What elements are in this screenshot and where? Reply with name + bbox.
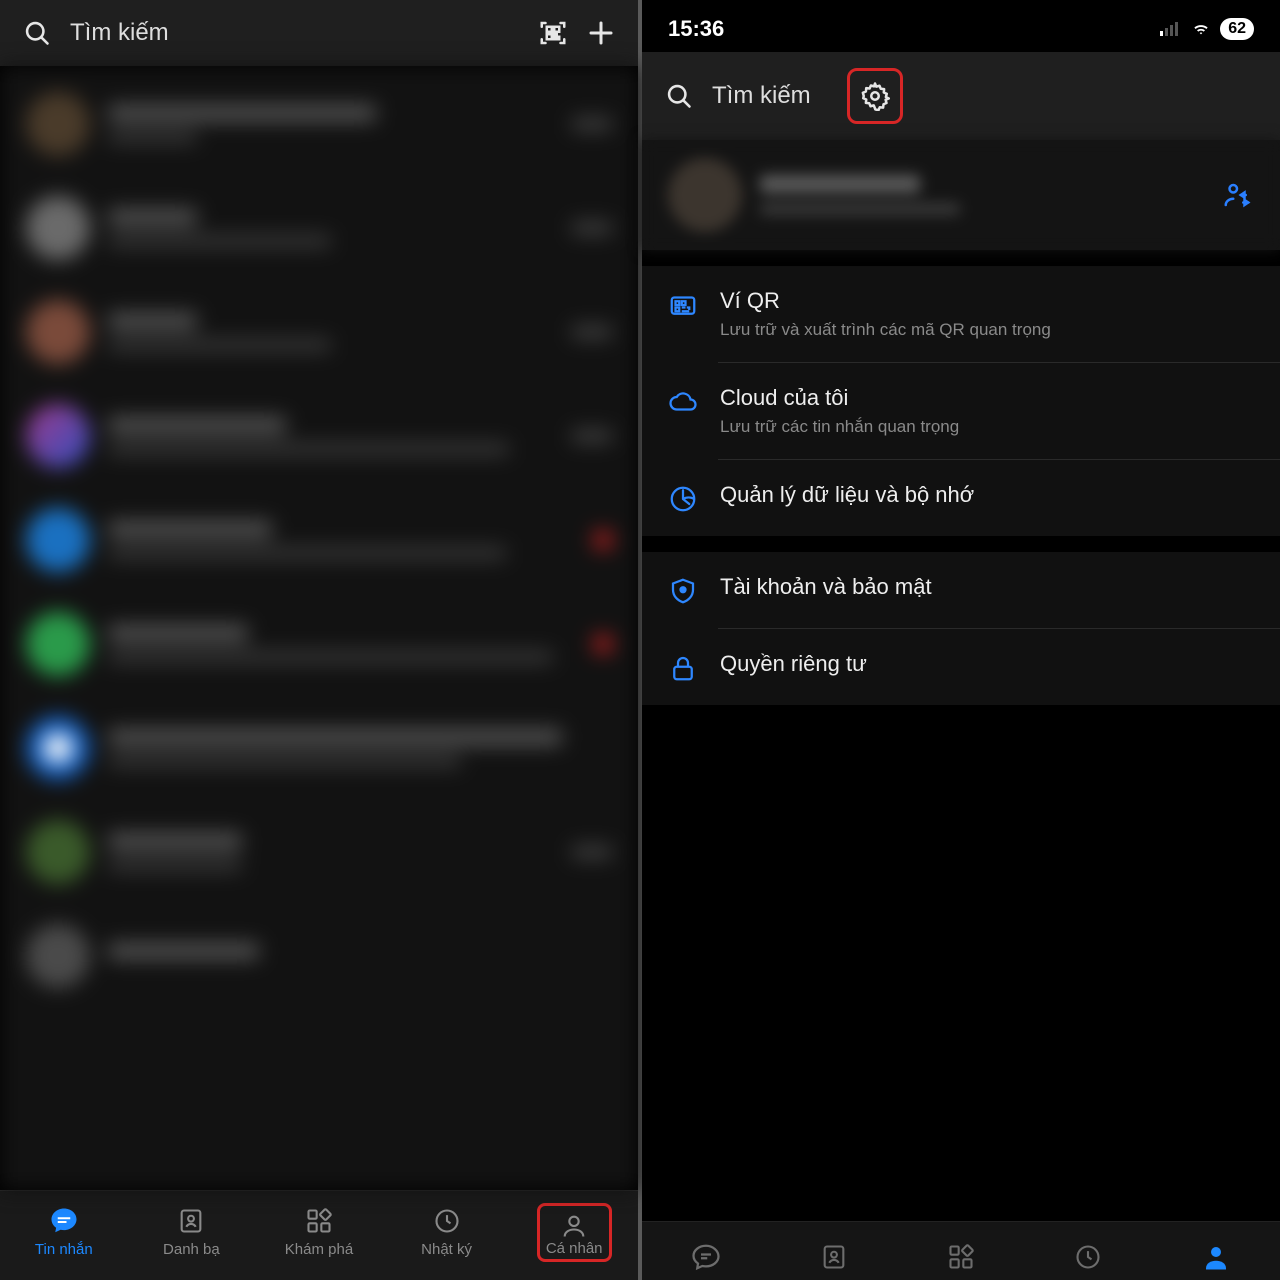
search-bar: Tìm kiếm [0,0,638,66]
settings-group-2: Tài khoản và bảo mật Quyền riêng tư [642,552,1280,705]
nav-discover[interactable]: Khám phá [272,1207,366,1258]
profile-row[interactable] [642,140,1280,250]
battery-indicator: 62 [1220,18,1254,40]
settings-item-cloud[interactable]: Cloud của tôi Lưu trữ các tin nhắn quan … [642,363,1280,459]
wifi-icon [1190,21,1212,37]
qr-scan-icon[interactable] [538,18,568,48]
avatar [668,158,742,232]
bottom-nav: Tin nhắn Danh bạ Khám phá Nhật ký [0,1190,638,1280]
qr-wallet-icon [668,290,698,320]
settings-title: Tài khoản và bảo mật [720,574,932,600]
nav-profile[interactable] [1201,1242,1231,1272]
clock-icon [433,1207,461,1235]
settings-subtitle: Lưu trữ và xuất trình các mã QR quan trọ… [720,320,1051,340]
nav-contacts[interactable] [820,1243,848,1271]
add-icon[interactable] [586,18,616,48]
status-bar: 15:36 62 [642,0,1280,52]
settings-item-privacy[interactable]: Quyền riêng tư [642,629,1280,705]
contacts-icon [177,1207,205,1235]
settings-item-qr-wallet[interactable]: Ví QR Lưu trữ và xuất trình các mã QR qu… [642,266,1280,362]
settings-item-data[interactable]: Quản lý dữ liệu và bộ nhớ [642,460,1280,536]
cloud-icon [668,387,698,417]
chat-list-blurred [0,66,638,1190]
right-panel: 15:36 62 Tìm kiếm [642,0,1280,1280]
nav-label: Danh bạ [163,1241,220,1258]
nav-messages[interactable]: Tin nhắn [17,1207,111,1258]
search-placeholder[interactable]: Tìm kiếm [712,82,811,110]
nav-messages[interactable] [691,1242,721,1272]
nav-profile-highlighted[interactable]: Cá nhân [527,1203,621,1262]
left-panel: Tìm kiếm Tin nhắn Danh bạ [0,0,642,1280]
search-bar: Tìm kiếm [642,52,1280,140]
status-time: 15:36 [668,16,724,42]
nav-timeline[interactable] [1074,1243,1102,1271]
nav-label: Tin nhắn [35,1241,93,1258]
settings-item-security[interactable]: Tài khoản và bảo mật [642,552,1280,628]
lock-icon [668,653,698,683]
search-placeholder[interactable]: Tìm kiếm [70,19,169,47]
bottom-nav [642,1221,1280,1280]
nav-timeline[interactable]: Nhật ký [400,1207,494,1258]
gear-icon [860,81,890,111]
signal-icon [1160,21,1182,37]
settings-subtitle: Lưu trữ các tin nhắn quan trọng [720,417,959,437]
message-icon [49,1207,79,1235]
highlight-box: Cá nhân [537,1203,612,1262]
nav-label: Khám phá [285,1241,353,1258]
shield-icon [668,576,698,606]
switch-account-icon[interactable] [1222,180,1252,210]
settings-title: Quản lý dữ liệu và bộ nhớ [720,482,974,508]
settings-title: Quyền riêng tư [720,651,867,677]
nav-discover[interactable] [947,1243,975,1271]
data-icon [668,484,698,514]
search-icon[interactable] [22,18,52,48]
search-icon[interactable] [664,81,694,111]
settings-button-highlighted[interactable] [847,68,903,124]
settings-title: Cloud của tôi [720,385,959,411]
person-icon [546,1212,603,1240]
nav-contacts[interactable]: Danh bạ [144,1207,238,1258]
settings-title: Ví QR [720,288,1051,314]
settings-group-1: Ví QR Lưu trữ và xuất trình các mã QR qu… [642,266,1280,536]
discover-icon [305,1207,333,1235]
nav-label: Nhật ký [421,1241,472,1258]
nav-label: Cá nhân [546,1240,603,1257]
